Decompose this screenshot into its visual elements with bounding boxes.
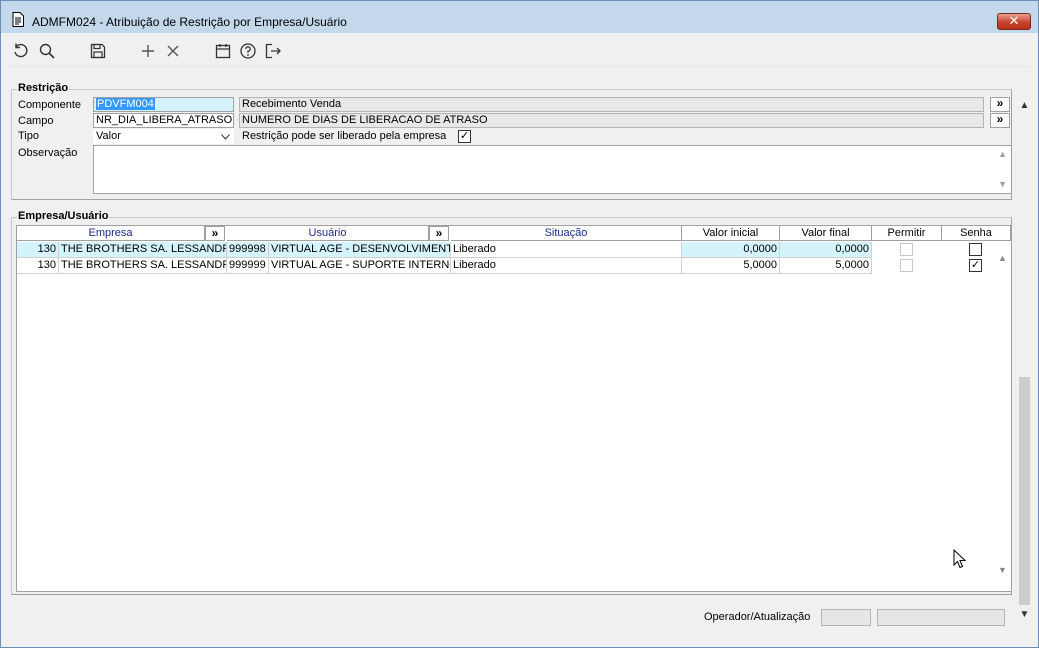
componente-lookup-button[interactable]: » <box>990 97 1010 112</box>
usuario-code-cell[interactable]: 999999 <box>227 258 269 274</box>
observacao-textarea[interactable]: ▲ ▼ <box>93 145 1012 194</box>
form-scrollbar[interactable]: ▲ ▼ <box>1017 100 1031 620</box>
column-header-empresa[interactable]: Empresa <box>17 226 205 241</box>
tipo-label: Tipo <box>18 130 39 142</box>
observacao-label: Observação <box>18 147 78 159</box>
app-window: ADMFM024 - Atribuição de Restrição por E… <box>0 0 1039 648</box>
delete-icon[interactable] <box>163 41 183 61</box>
valor-inicial-cell[interactable]: 5,0000 <box>682 258 780 274</box>
grid-scroll-down-icon[interactable]: ▼ <box>998 565 1007 575</box>
senha-checkbox[interactable] <box>969 243 982 256</box>
title-bar: ADMFM024 - Atribuição de Restrição por E… <box>1 1 1038 33</box>
usuario-lookup-button[interactable]: » <box>429 226 449 241</box>
column-header-usuario[interactable]: Usuário <box>227 226 429 241</box>
mouse-cursor-icon <box>953 549 966 569</box>
empresa-lookup-button[interactable]: » <box>205 226 225 241</box>
atualizacao-field <box>877 609 1005 626</box>
empresa-code-cell[interactable]: 130 <box>17 258 59 274</box>
scroll-down-icon[interactable]: ▼ <box>998 178 1007 191</box>
table-row[interactable]: 130 THE BROTHERS SA. LESSANDRO 999999 VI… <box>17 258 872 274</box>
operador-atualizacao-label: Operador/Atualização <box>704 611 811 623</box>
column-header-situacao[interactable]: Situação <box>451 226 682 241</box>
add-icon[interactable] <box>138 41 158 61</box>
exit-icon[interactable] <box>263 41 283 61</box>
column-header-senha[interactable]: Senha <box>942 226 1011 241</box>
liberado-label: Restrição pode ser liberado pela empresa <box>242 130 447 142</box>
situacao-cell[interactable]: Liberado <box>451 242 682 258</box>
permitir-checkbox <box>900 243 913 256</box>
form-body: Restrição Componente PDVFM004 Recebiment… <box>8 66 1031 641</box>
chevron-down-icon[interactable]: ▼ <box>1019 609 1030 620</box>
situacao-cell[interactable]: Liberado <box>451 258 682 274</box>
liberado-checkbox[interactable]: ✓ <box>458 130 471 143</box>
usuario-name-cell[interactable]: VIRTUAL AGE - DESENVOLVIMENTO <box>269 242 451 258</box>
scrollbar-thumb[interactable] <box>1019 377 1030 605</box>
permitir-checkbox <box>900 259 913 272</box>
empresa-name-cell[interactable]: THE BROTHERS SA. LESSANDRO <box>59 242 227 258</box>
window-title: ADMFM024 - Atribuição de Restrição por E… <box>32 15 347 29</box>
column-header-permitir[interactable]: Permitir <box>872 226 942 241</box>
empresa-usuario-grid: Empresa » Usuário » Situação Valor inici… <box>16 225 1012 592</box>
senha-checkbox[interactable]: ✓ <box>969 259 982 272</box>
empresa-code-cell[interactable]: 130 <box>17 242 59 258</box>
column-header-valor-final[interactable]: Valor final <box>780 226 872 241</box>
column-header-valor-inicial[interactable]: Valor inicial <box>682 226 780 241</box>
restricao-group-label: Restrição <box>17 82 70 94</box>
componente-label: Componente <box>18 99 81 111</box>
componente-input[interactable]: PDVFM004 <box>93 97 234 112</box>
close-button[interactable]: ✕ <box>997 13 1031 30</box>
grid-scroll-up-icon[interactable]: ▲ <box>998 253 1007 263</box>
document-icon <box>12 12 24 27</box>
toolbar <box>8 34 1031 66</box>
valor-final-cell[interactable]: 0,0000 <box>780 242 872 258</box>
usuario-code-cell[interactable]: 999998 <box>227 242 269 258</box>
tipo-value: Valor <box>96 130 121 142</box>
refresh-icon[interactable] <box>11 41 31 61</box>
componente-description: Recebimento Venda <box>239 97 984 112</box>
empresa-usuario-group-label: Empresa/Usuário <box>17 210 110 222</box>
campo-label: Campo <box>18 115 54 127</box>
campo-input[interactable]: NR_DIA_LIBERA_ATRASO <box>93 113 234 128</box>
chevron-down-icon <box>221 134 230 140</box>
scroll-up-icon[interactable]: ▲ <box>998 148 1007 161</box>
usuario-name-cell[interactable]: VIRTUAL AGE - SUPORTE INTERNO C <box>269 258 451 274</box>
save-icon[interactable] <box>88 41 108 61</box>
search-icon[interactable] <box>37 41 57 61</box>
table-row[interactable]: 130 THE BROTHERS SA. LESSANDRO 999998 VI… <box>17 242 872 258</box>
campo-lookup-button[interactable]: » <box>990 113 1010 128</box>
help-icon[interactable] <box>238 41 258 61</box>
campo-description: NUMERO DE DIAS DE LIBERACAO DE ATRASO <box>239 113 984 128</box>
tipo-select[interactable]: Valor <box>93 129 234 144</box>
componente-value: PDVFM004 <box>96 98 155 110</box>
calendar-icon[interactable] <box>213 41 233 61</box>
chevron-up-icon[interactable]: ▲ <box>1019 100 1030 111</box>
operador-field <box>821 609 871 626</box>
empresa-name-cell[interactable]: THE BROTHERS SA. LESSANDRO <box>59 258 227 274</box>
valor-inicial-cell[interactable]: 0,0000 <box>682 242 780 258</box>
valor-final-cell[interactable]: 5,0000 <box>780 258 872 274</box>
